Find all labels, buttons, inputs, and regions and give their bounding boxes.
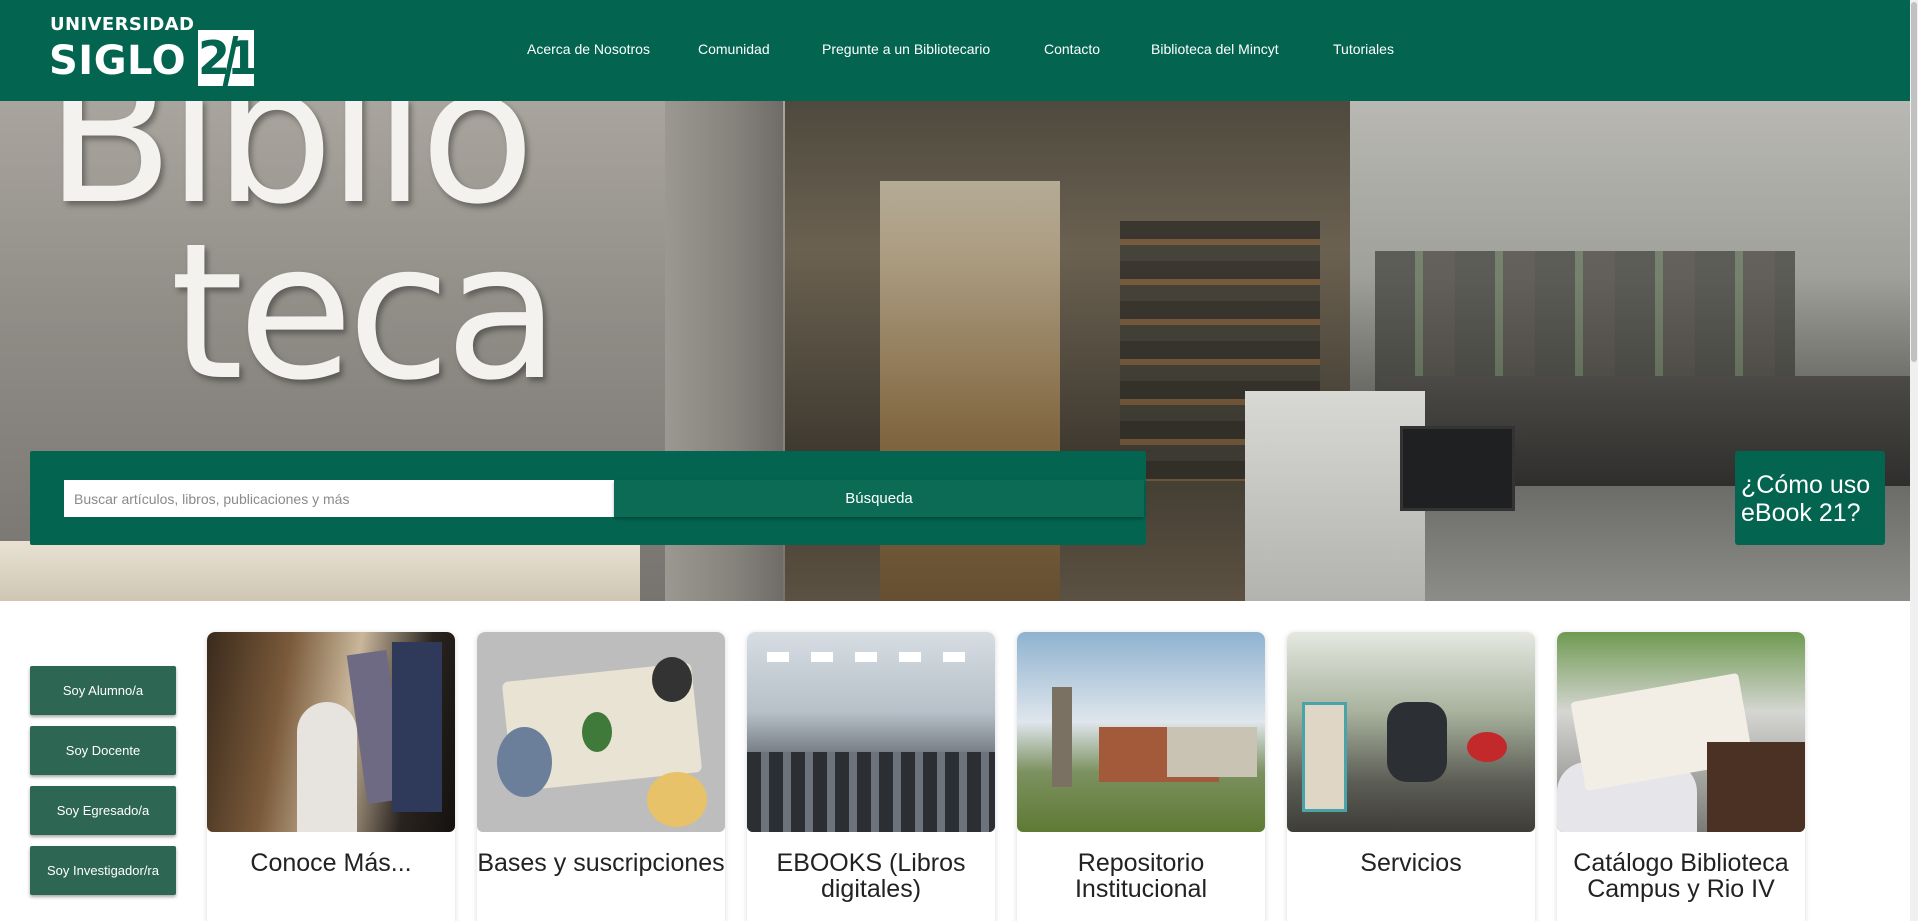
university-logo[interactable]: UNIVERSIDAD SIGLO 21 [49, 14, 259, 88]
card-photo-campus [1017, 632, 1265, 832]
card-bases-suscripciones[interactable]: Bases y suscripciones [477, 632, 725, 921]
role-docente-button[interactable]: Soy Docente [30, 726, 176, 775]
scrollbar-thumb[interactable] [1911, 2, 1917, 362]
card-title: Bases y suscripciones [477, 849, 725, 877]
nav-contacto[interactable]: Contacto [1044, 41, 1100, 57]
hero-wall-text-2: teca [170, 203, 560, 422]
search-button[interactable]: Búsqueda [614, 480, 1144, 517]
nav-pregunte[interactable]: Pregunte a un Bibliotecario [822, 41, 990, 57]
card-photo-reading-room [747, 632, 995, 832]
card-title: Catálogo Biblioteca Campus y Rio IV [1573, 849, 1789, 903]
card-title: Servicios [1360, 849, 1462, 877]
logo-line-1: UNIVERSIDAD [50, 14, 195, 35]
search-panel: Búsqueda [30, 451, 1146, 545]
card-conoce-mas[interactable]: Conoce Más... [207, 632, 455, 921]
card-photo-open-book [1557, 632, 1805, 832]
ebook-help-button[interactable]: ¿Cómo uso eBook 21? [1735, 451, 1885, 545]
role-alumno-button[interactable]: Soy Alumno/a [30, 666, 176, 715]
card-photo-meeting [477, 632, 725, 832]
page-scrollbar[interactable] [1910, 0, 1918, 921]
search-input[interactable] [64, 480, 614, 517]
role-egresado-button[interactable]: Soy Egresado/a [30, 786, 176, 835]
card-catalogo[interactable]: Catálogo Biblioteca Campus y Rio IV [1557, 632, 1805, 921]
hero-monitor [1400, 426, 1515, 511]
logo-line-2: SIGLO [49, 38, 187, 84]
nav-comunidad[interactable]: Comunidad [698, 41, 770, 57]
card-title: EBOOKS (Libros digitales) [776, 849, 966, 903]
nav-acerca[interactable]: Acerca de Nosotros [527, 41, 650, 57]
nav-biblioteca-mincyt[interactable]: Biblioteca del Mincyt [1151, 41, 1279, 57]
card-repositorio[interactable]: Repositorio Institucional [1017, 632, 1265, 921]
card-ebooks[interactable]: EBOOKS (Libros digitales) [747, 632, 995, 921]
card-title: Repositorio Institucional [1074, 849, 1208, 903]
card-photo-books [207, 632, 455, 832]
nav-tutoriales[interactable]: Tutoriales [1333, 41, 1394, 57]
hero-floor [0, 541, 640, 601]
card-photo-lounge [1287, 632, 1535, 832]
site-header: UNIVERSIDAD SIGLO 21 Acerca de Nosotros … [0, 0, 1918, 101]
card-servicios[interactable]: Servicios [1287, 632, 1535, 921]
role-investigador-button[interactable]: Soy Investigador/ra [30, 846, 176, 895]
logo-badge: 21 [198, 30, 254, 86]
hero-bookshelves-right [1375, 251, 1795, 391]
card-title: Conoce Más... [250, 849, 412, 877]
hero-counter [1245, 391, 1425, 601]
